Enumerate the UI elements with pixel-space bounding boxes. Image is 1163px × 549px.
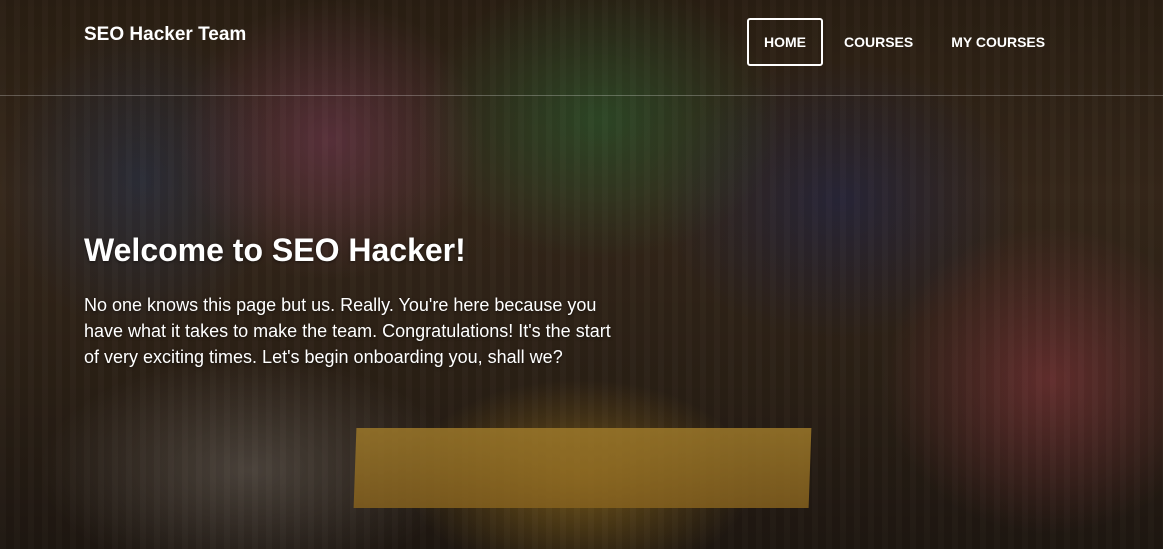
nav-my-courses[interactable]: MY COURSES [934,18,1062,66]
main-nav: HOME COURSES MY COURSES [747,18,1066,66]
nav-courses[interactable]: COURSES [827,18,930,66]
nav-home[interactable]: HOME [747,18,823,66]
hero-title: Welcome to SEO Hacker! [84,232,466,268]
hero-content: Welcome to SEO Hacker! No one knows this… [84,228,629,370]
top-navbar: SEO Hacker Team HOME COURSES MY COURSES [0,0,1163,96]
hero-section: SEO Hacker Team HOME COURSES MY COURSES … [0,0,1163,549]
hero-background-photo [353,428,812,508]
brand-link[interactable]: SEO Hacker Team [84,24,246,46]
hero-description: No one knows this page but us. Really. Y… [84,295,611,367]
